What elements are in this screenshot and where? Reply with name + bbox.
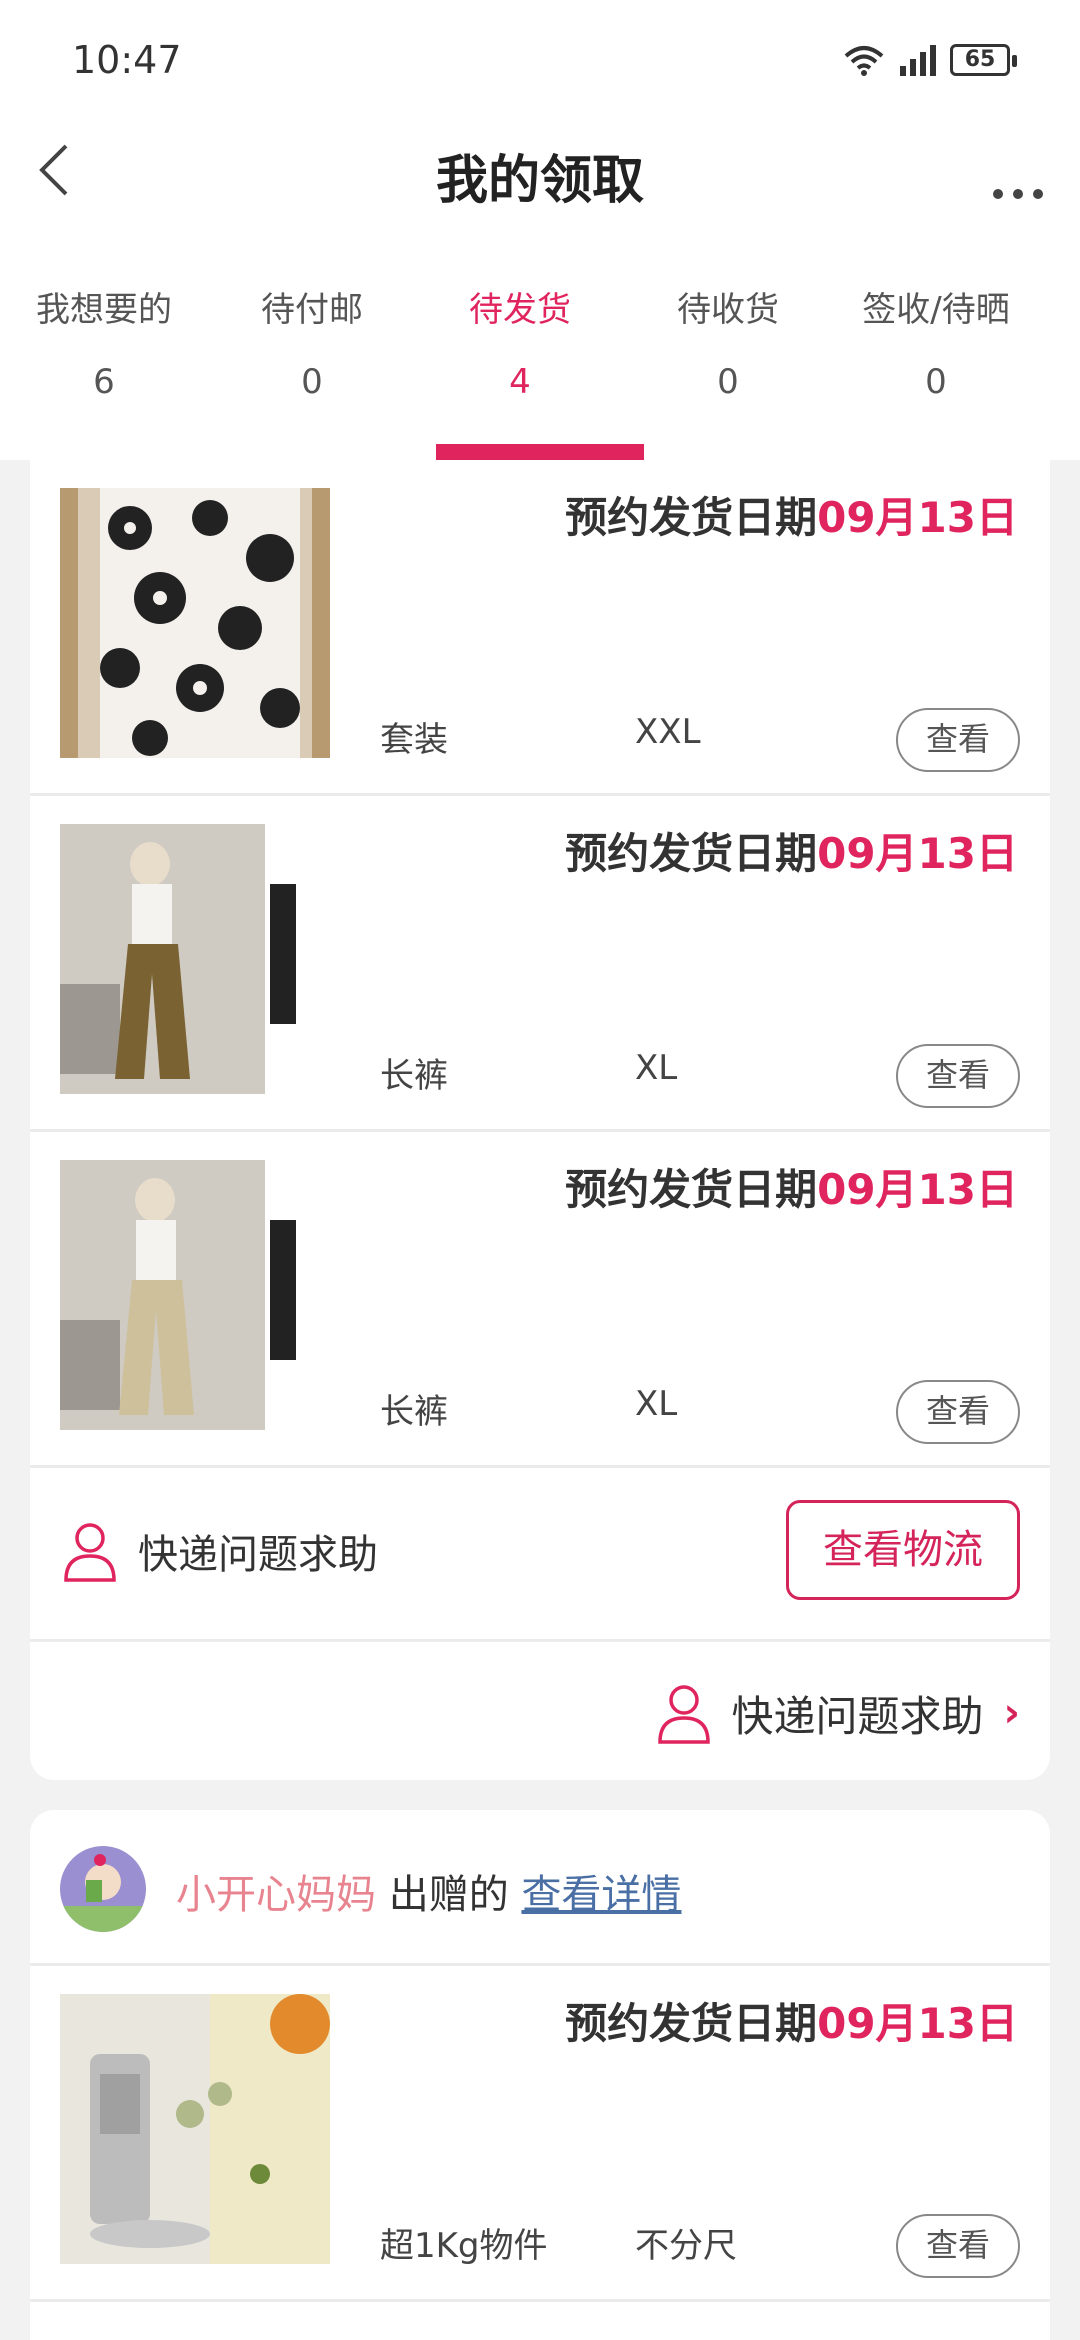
avatar-image bbox=[60, 1846, 146, 1932]
status-bar: 10:47 65 bbox=[0, 0, 1080, 120]
tab-count: 6 bbox=[93, 362, 115, 402]
tab-pending-postage[interactable]: 待付邮 0 bbox=[208, 280, 416, 460]
battery-icon: 65 bbox=[950, 44, 1017, 76]
tab-signed-review[interactable]: 签收/待晒 0 bbox=[832, 280, 1040, 460]
top-bar: 10:47 65 我的领取 我想要的 6 待付邮 0 待发货 4 待收货 0 签… bbox=[0, 0, 1080, 460]
product-image[interactable] bbox=[60, 1994, 330, 2264]
tab-label: 待发货 bbox=[469, 290, 571, 330]
floral-pants-image bbox=[60, 488, 330, 758]
product-image[interactable] bbox=[60, 1160, 330, 1430]
tab-count: 0 bbox=[717, 362, 739, 402]
tab-count: 4 bbox=[509, 362, 531, 402]
order-card: 小开心妈妈 出赠的 查看详情 预约发货日期09月13日 超1Kg物件 不分尺 查… bbox=[30, 1810, 1050, 2340]
tab-label: 签收/待晒 bbox=[862, 290, 1010, 330]
wifi-icon bbox=[844, 46, 884, 76]
order-item[interactable]: 预约发货日期09月13日 超1Kg物件 不分尺 查看 bbox=[30, 1966, 1050, 2302]
active-tab-indicator bbox=[436, 444, 644, 460]
product-image[interactable] bbox=[60, 488, 330, 758]
avatar[interactable] bbox=[60, 1846, 146, 1932]
item-size: XL bbox=[635, 1384, 678, 1424]
express-help-label: 快递问题求助 bbox=[138, 1532, 378, 1578]
person-icon bbox=[657, 1685, 710, 1744]
donor-name[interactable]: 小开心妈妈 bbox=[176, 1872, 376, 1918]
signal-icon bbox=[900, 45, 936, 76]
view-button[interactable]: 查看 bbox=[896, 708, 1020, 772]
tab-label: 待收货 bbox=[677, 290, 779, 330]
order-item[interactable]: 预约发货日期09月13日 长裤 XL 查看 bbox=[30, 1132, 1050, 1468]
ship-date-prefix: 预约发货日期 bbox=[565, 1999, 818, 2048]
item-size: XL bbox=[635, 1048, 678, 1088]
donor-suffix: 出赠的 bbox=[388, 1872, 509, 1918]
express-help-row: 快递问题求助 › bbox=[30, 1642, 1050, 1780]
status-icons: 65 bbox=[842, 40, 1017, 80]
donor-info: 小开心妈妈 出赠的 查看详情 bbox=[176, 1862, 681, 1920]
view-button[interactable]: 查看 bbox=[896, 2214, 1020, 2278]
express-help-row: 快递问题求助 查看物流 bbox=[30, 1468, 1050, 1642]
ship-date: 09月13日 bbox=[817, 829, 1018, 878]
item-size: 不分尺 bbox=[635, 2226, 737, 2266]
express-help-link-label: 快递问题求助 bbox=[731, 1691, 984, 1741]
ship-date-prefix: 预约发货日期 bbox=[565, 1165, 818, 1214]
ship-date: 09月13日 bbox=[817, 1165, 1018, 1214]
view-button[interactable]: 查看 bbox=[896, 1044, 1020, 1108]
more-icon[interactable] bbox=[988, 142, 1048, 202]
tab-label: 我想要的 bbox=[36, 290, 172, 330]
juicer-image bbox=[60, 1994, 330, 2264]
ship-date-prefix: 预约发货日期 bbox=[565, 829, 818, 878]
order-item[interactable]: 预约发货日期09月13日 套装 XXL 查看 bbox=[30, 460, 1050, 796]
tab-pending-receipt[interactable]: 待收货 0 bbox=[624, 280, 832, 460]
order-card: 预约发货日期09月13日 套装 XXL 查看 预约发货日期09月13日 长裤 X… bbox=[30, 460, 1050, 1780]
ship-date: 09月13日 bbox=[817, 1999, 1018, 2048]
view-button[interactable]: 查看 bbox=[896, 1380, 1020, 1444]
tab-count: 0 bbox=[925, 362, 947, 402]
item-size: XXL bbox=[635, 712, 701, 752]
person-icon bbox=[64, 1523, 116, 1582]
tab-label: 待付邮 bbox=[261, 290, 363, 330]
tab-count: 0 bbox=[301, 362, 323, 402]
page-title: 我的领取 bbox=[435, 151, 644, 211]
ship-date-line: 预约发货日期09月13日 bbox=[565, 1990, 1018, 2051]
tab-wanted[interactable]: 我想要的 6 bbox=[0, 280, 208, 460]
brown-pants-image bbox=[60, 824, 330, 1094]
express-help[interactable]: 快递问题求助 bbox=[62, 1520, 378, 1582]
ship-date-prefix: 预约发货日期 bbox=[565, 493, 818, 542]
product-image[interactable] bbox=[60, 824, 330, 1094]
express-help-link[interactable]: 快递问题求助 › bbox=[656, 1682, 1020, 1744]
order-status-tabs: 我想要的 6 待付邮 0 待发货 4 待收货 0 签收/待晒 0 bbox=[0, 280, 1080, 460]
item-type: 超1Kg物件 bbox=[380, 2226, 548, 2266]
chevron-right-icon: › bbox=[1003, 1690, 1020, 1736]
beige-pants-image bbox=[60, 1160, 330, 1430]
view-logistics-button[interactable]: 查看物流 bbox=[786, 1500, 1020, 1600]
donor-row: 小开心妈妈 出赠的 查看详情 bbox=[30, 1810, 1050, 1966]
tab-pending-shipment[interactable]: 待发货 4 bbox=[416, 280, 644, 460]
ship-date-line: 预约发货日期09月13日 bbox=[565, 1156, 1018, 1217]
order-item[interactable]: 预约发货日期09月13日 长裤 XL 查看 bbox=[30, 796, 1050, 1132]
item-type: 长裤 bbox=[380, 1056, 448, 1096]
ship-date: 09月13日 bbox=[817, 493, 1018, 542]
ship-date-line: 预约发货日期09月13日 bbox=[565, 484, 1018, 545]
ship-date-line: 预约发货日期09月13日 bbox=[565, 820, 1018, 881]
status-time: 10:47 bbox=[72, 38, 182, 82]
item-type: 长裤 bbox=[380, 1392, 448, 1432]
nav-header: 我的领取 bbox=[0, 120, 1080, 220]
item-type: 套装 bbox=[380, 720, 448, 760]
view-details-link[interactable]: 查看详情 bbox=[521, 1872, 681, 1918]
